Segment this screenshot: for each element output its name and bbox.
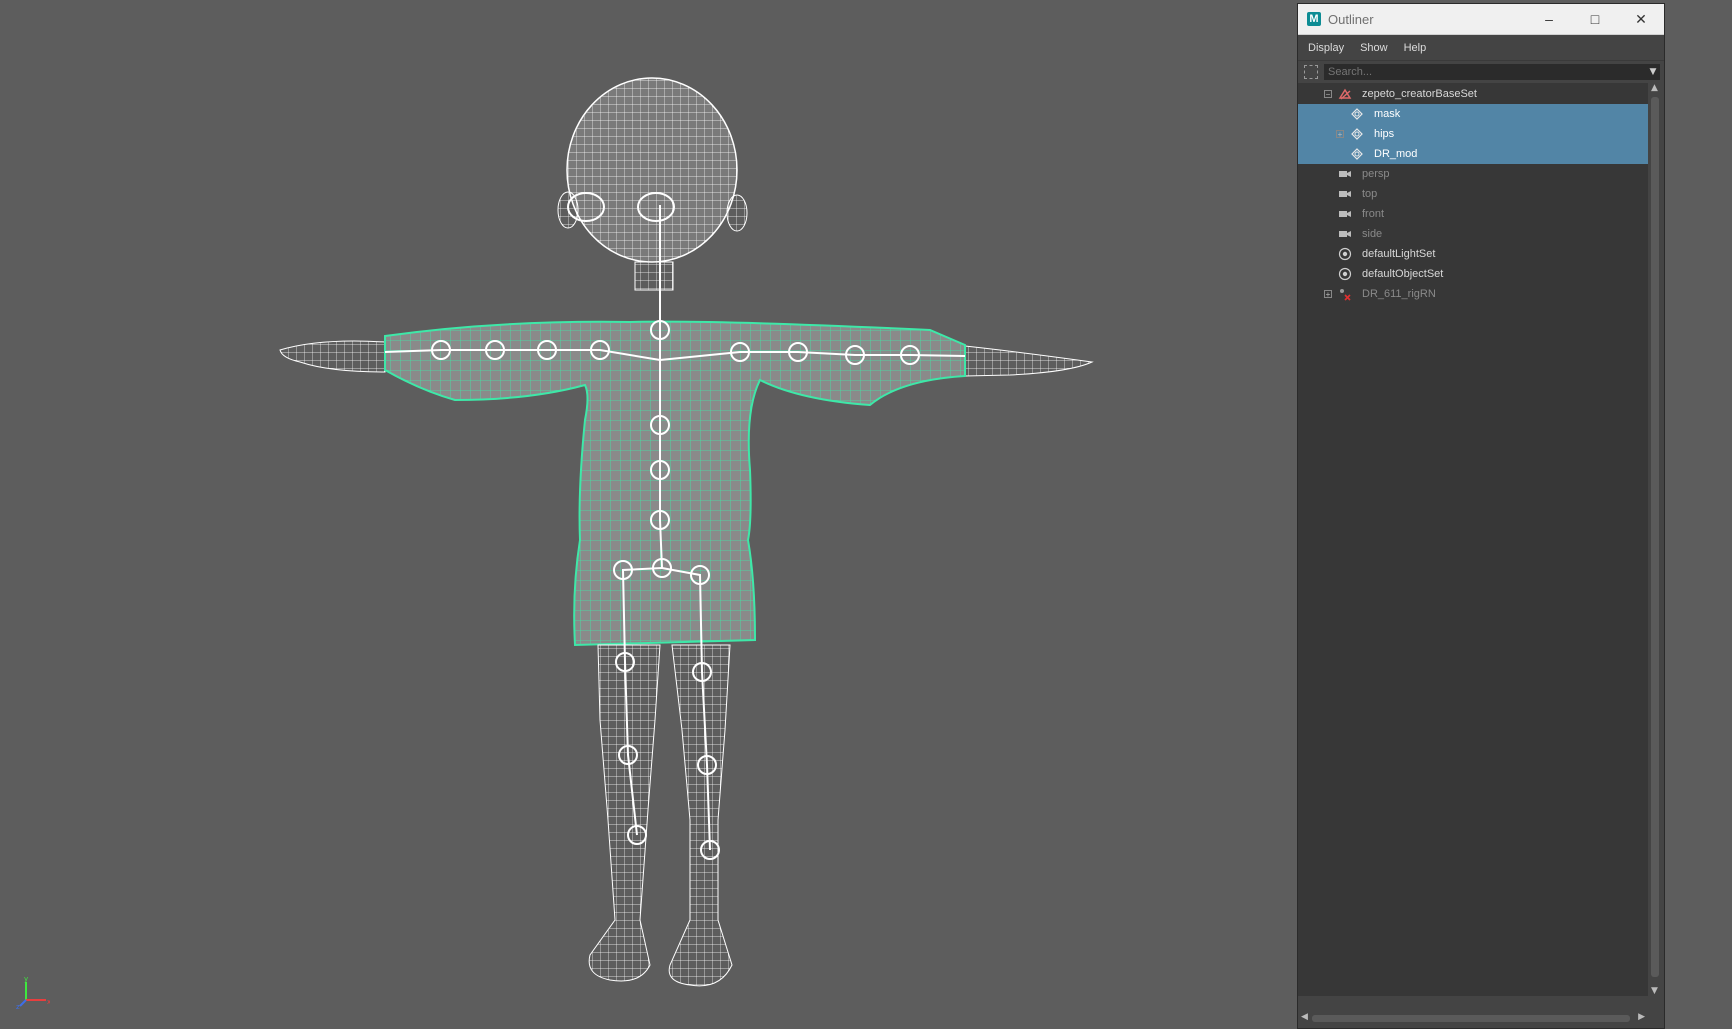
horizontal-scroll-thumb[interactable] [1312,1015,1630,1022]
scroll-down-icon[interactable]: ▼ [1651,986,1658,996]
outliner-row-label: defaultObjectSet [1362,268,1444,280]
reference-icon [1338,287,1352,301]
outliner-row-label: mask [1374,108,1401,120]
outliner-row-label: persp [1362,168,1390,180]
joint-icon [1350,127,1364,141]
outliner-row[interactable]: mask [1298,104,1648,124]
joint-icon [1350,147,1364,161]
close-button[interactable]: ✕ [1618,4,1664,34]
menu-help[interactable]: Help [1404,42,1427,54]
axis-gizmo: y x z [16,976,50,1010]
outliner-row[interactable]: + hips [1298,124,1648,144]
outliner-menubar: Display Show Help [1298,35,1664,61]
outliner-row-label: zepeto_creatorBaseSet [1362,88,1477,100]
camera-icon [1338,187,1352,201]
menu-show[interactable]: Show [1360,42,1388,54]
expand-icon[interactable]: + [1336,130,1344,139]
character-model[interactable] [0,0,1290,1029]
outliner-row-label: top [1362,188,1378,200]
menu-display[interactable]: Display [1308,42,1344,54]
search-dropdown-icon[interactable]: ▼ [1646,64,1660,80]
outliner-row-label: DR_611_rigRN [1362,288,1436,300]
left-hand-mesh [279,340,386,373]
outliner-row-label: hips [1374,128,1395,140]
vertical-scroll-thumb[interactable] [1651,97,1659,977]
outliner-row-label: side [1362,228,1383,240]
outliner-window: M Outliner – □ ✕ Display Show Help ▼ − ze… [1297,3,1665,1029]
outliner-row[interactable]: top [1298,184,1648,204]
outliner-titlebar[interactable]: M Outliner – □ ✕ [1298,4,1664,35]
outliner-row[interactable]: DR_mod [1298,144,1648,164]
shirt-mesh [384,320,966,647]
search-input[interactable] [1324,64,1646,80]
axis-x-label: x [47,998,50,1006]
outliner-row-label: front [1362,208,1385,220]
outliner-row-label: DR_mod [1374,148,1418,160]
objectset-icon [1338,247,1352,261]
horizontal-scrollbar[interactable]: ◀ ▶ [1298,1011,1648,1025]
outliner-row[interactable]: side [1298,224,1648,244]
legs-mesh [588,644,733,987]
maya-app-icon: M [1307,12,1321,26]
camera-icon [1338,167,1352,181]
expand-icon[interactable]: + [1324,290,1332,299]
axis-z-label: z [16,1003,20,1010]
outliner-row-label: defaultLightSet [1362,248,1436,260]
scroll-right-icon[interactable]: ▶ [1638,1012,1645,1022]
head-mesh [557,77,748,291]
camera-icon [1338,207,1352,221]
filter-icon[interactable] [1304,65,1318,79]
joint-icon [1350,107,1364,121]
outliner-row[interactable]: persp [1298,164,1648,184]
objectset-icon [1338,267,1352,281]
collapse-icon[interactable]: − [1324,90,1332,99]
outliner-row[interactable]: defaultObjectSet [1298,264,1648,284]
outliner-tree: − zepeto_creatorBaseSetmask + hips DR_modper… [1298,83,1648,996]
outliner-row[interactable]: − zepeto_creatorBaseSet [1298,84,1648,104]
axis-y-label: y [24,976,28,983]
outliner-row[interactable]: front [1298,204,1648,224]
window-title: Outliner [1328,11,1374,27]
minimize-button[interactable]: – [1526,4,1572,34]
set-icon [1338,87,1352,101]
right-hand-mesh [964,345,1094,377]
camera-icon [1338,227,1352,241]
maximize-button[interactable]: □ [1572,4,1618,34]
scroll-left-icon[interactable]: ◀ [1301,1012,1308,1022]
outliner-row[interactable]: defaultLightSet [1298,244,1648,264]
vertical-scrollbar[interactable]: ▲ ▼ [1649,83,1661,996]
scroll-up-icon[interactable]: ▲ [1651,83,1658,93]
outliner-row[interactable]: + DR_611_rigRN [1298,284,1648,304]
search-row: ▼ [1298,61,1664,83]
